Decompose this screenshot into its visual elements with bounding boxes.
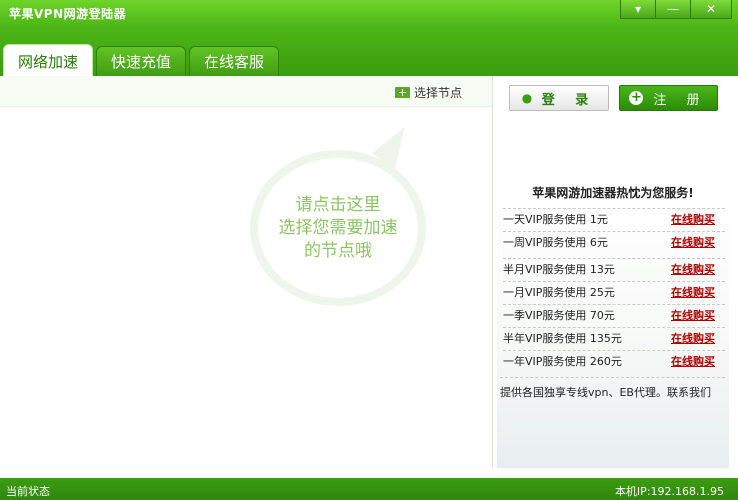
- vip-plan-text: 一年VIP服务使用 260元: [503, 355, 622, 368]
- buy-online-link[interactable]: 在线购买: [671, 282, 715, 304]
- plus-circle-icon: +: [629, 90, 644, 105]
- plus-icon: +: [394, 87, 410, 98]
- node-panel: + 选择节点 请点击这里 选择您需要加速 的节点哦: [0, 76, 493, 468]
- login-button[interactable]: ● 登 录: [509, 85, 609, 111]
- hint-line-1: 请点击这里: [295, 194, 381, 215]
- local-ip: 本机IP:192.168.1.95: [614, 485, 724, 498]
- node-toolbar: + 选择节点: [0, 76, 492, 107]
- vip-plan-text: 一天VIP服务使用 1元: [503, 213, 608, 226]
- promo-footer[interactable]: 提供各国独享专线vpn、EB代理。联系我们: [500, 377, 725, 400]
- vip-plan-text: 半月VIP服务使用 13元: [503, 263, 615, 276]
- menu-dropdown-icon[interactable]: ▾: [620, 0, 656, 19]
- register-button[interactable]: + 注 册: [619, 85, 718, 111]
- vip-plan-row: 半年VIP服务使用 135元 在线购买: [503, 327, 725, 350]
- vip-plan-row: 一季VIP服务使用 70元 在线购买: [503, 304, 725, 327]
- close-icon[interactable]: ✕: [691, 0, 732, 19]
- vip-plan-row: 半月VIP服务使用 13元 在线购买: [503, 258, 725, 281]
- title-bar[interactable]: 苹果VPN网游登陆器 ▾ — ✕ 网络加速 快速充值 在线客服: [0, 0, 738, 78]
- vip-plan-text: 一周VIP服务使用 6元: [503, 236, 608, 249]
- hint-line-3: 的节点哦: [304, 240, 372, 261]
- app-window: 苹果VPN网游登陆器 ▾ — ✕ 网络加速 快速充值 在线客服 + 选择节点 请…: [0, 0, 738, 500]
- select-node-button[interactable]: + 选择节点: [394, 84, 462, 101]
- buy-online-link[interactable]: 在线购买: [671, 305, 715, 327]
- buy-online-link[interactable]: 在线购买: [671, 328, 715, 350]
- buy-online-link[interactable]: 在线购买: [671, 259, 715, 281]
- status-bar: 当前状态 本机IP:192.168.1.95: [0, 478, 738, 500]
- buy-online-link[interactable]: 在线购买: [671, 351, 715, 373]
- hint-circle: 请点击这里 选择您需要加速 的节点哦: [250, 150, 426, 306]
- buy-online-link[interactable]: 在线购买: [671, 232, 715, 254]
- vip-plan-row: 一年VIP服务使用 260元 在线购买: [503, 350, 725, 373]
- register-label: 注 册: [653, 92, 708, 108]
- tab-quick-recharge[interactable]: 快速充值: [96, 46, 187, 77]
- vip-plan-text: 半年VIP服务使用 135元: [503, 332, 622, 345]
- vip-plan-text: 一季VIP服务使用 70元: [503, 309, 615, 322]
- node-hint-bubble[interactable]: 请点击这里 选择您需要加速 的节点哦: [250, 119, 430, 306]
- user-icon: ●: [521, 91, 533, 105]
- window-controls: ▾ — ✕: [620, 0, 732, 20]
- vip-plan-text: 一月VIP服务使用 25元: [503, 286, 615, 299]
- vip-plan-row: 一周VIP服务使用 6元 在线购买: [503, 231, 725, 254]
- tab-bar: 网络加速 快速充值 在线客服: [0, 44, 280, 78]
- vip-promo-box: 苹果网游加速器热忱为您服务! 一天VIP服务使用 1元 在线购买 一周VIP服务…: [497, 180, 729, 468]
- tab-online-support[interactable]: 在线客服: [189, 46, 280, 77]
- select-node-label: 选择节点: [413, 86, 462, 100]
- promo-title: 苹果网游加速器热忱为您服务!: [532, 186, 694, 200]
- minimize-icon[interactable]: —: [656, 0, 691, 19]
- hint-line-2: 选择您需要加速: [278, 217, 398, 238]
- vip-plan-row: 一天VIP服务使用 1元 在线购买: [503, 208, 725, 231]
- buy-online-link[interactable]: 在线购买: [671, 209, 715, 231]
- main-content: + 选择节点 请点击这里 选择您需要加速 的节点哦 ● 登 录 + 注 册 苹果…: [0, 76, 738, 478]
- vip-plan-row: 一月VIP服务使用 25元 在线购买: [503, 281, 725, 304]
- account-panel: ● 登 录 + 注 册 苹果网游加速器热忱为您服务! 一天VIP服务使用 1元 …: [494, 76, 738, 468]
- app-title: 苹果VPN网游登陆器: [9, 7, 127, 21]
- current-status: 当前状态: [6, 485, 50, 498]
- tab-network-acceleration[interactable]: 网络加速: [3, 44, 94, 78]
- login-label: 登 录: [541, 92, 597, 108]
